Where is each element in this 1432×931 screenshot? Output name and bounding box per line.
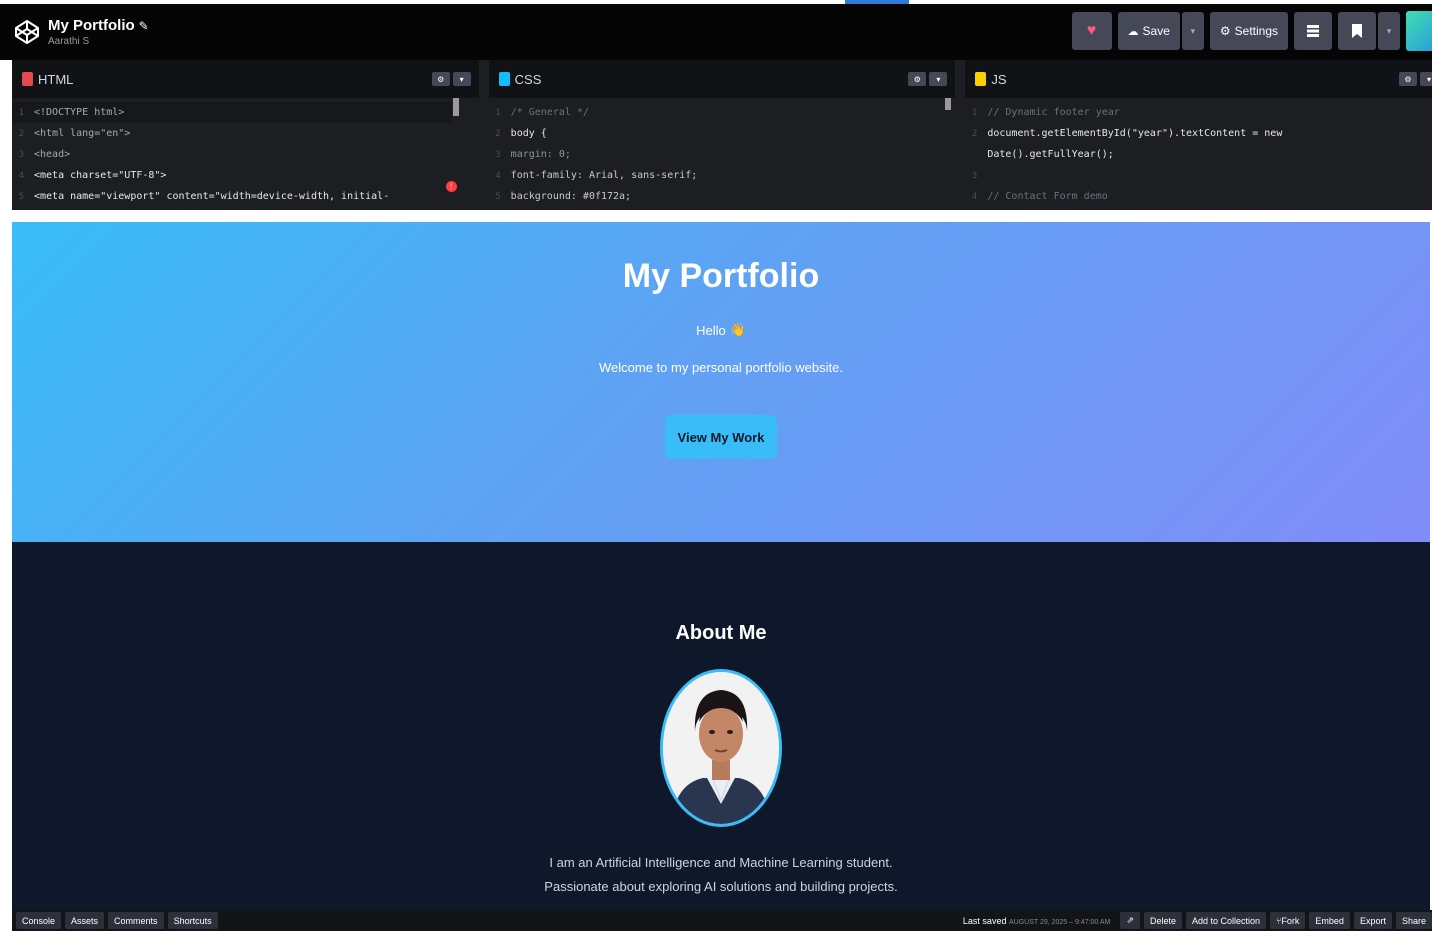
external-link-icon: ⇗ xyxy=(1126,915,1134,925)
gear-icon: ⚙ xyxy=(1219,24,1231,38)
waving-hand-icon: 👋 xyxy=(729,322,746,337)
bookmark-options-dropdown[interactable]: ▾ xyxy=(1378,12,1400,50)
html-scrollbar[interactable] xyxy=(452,98,459,116)
code-line: 2 body { xyxy=(495,128,547,139)
user-avatar[interactable] xyxy=(1406,11,1432,51)
bookmark-button[interactable] xyxy=(1338,12,1376,50)
editor-panels: HTML ⚙ ▾ 1 <!DOCTYPE html> 2 <html lang="e… xyxy=(12,60,1432,210)
header-actions: ♥ ☁ Save ▾ ⚙ Settings ▾ xyxy=(1071,11,1432,51)
html-editor-title: HTML xyxy=(38,71,74,87)
fork-button[interactable]: ⑂ Fork xyxy=(1270,912,1306,929)
code-line: 4 <meta charset="UTF-8"> xyxy=(18,170,167,181)
code-line: 3 xyxy=(971,170,978,181)
code-line: 5 background: #0f172a; xyxy=(495,191,632,202)
delete-button[interactable]: Delete xyxy=(1143,912,1182,929)
hero-title: My Portfolio xyxy=(622,257,820,295)
change-view-button[interactable] xyxy=(1294,12,1332,50)
save-label: Save xyxy=(1142,24,1170,38)
about-section: About Me I am an Artificial Intelligence… xyxy=(12,542,1430,899)
about-text: I am an Artificial Intelligence and Mach… xyxy=(544,851,897,899)
code-line: 2 document.getElementById("year").textCon… xyxy=(971,128,1283,139)
view-my-work-button[interactable]: View My Work xyxy=(665,415,777,459)
html-editor: HTML ⚙ ▾ 1 <!DOCTYPE html> 2 <html lang="e… xyxy=(12,60,479,210)
love-button[interactable]: ♥ xyxy=(1071,12,1112,50)
css-editor-header: CSS ⚙ ▾ xyxy=(488,60,956,98)
code-line: 2 <html lang="en"> xyxy=(18,128,131,139)
css-editor: CSS ⚙ ▾ 1/* General */ 2 body { 3 margin:… xyxy=(488,60,956,210)
last-saved-label: Last saved xyxy=(962,915,1007,926)
html-settings-gear-icon[interactable]: ⚙ xyxy=(431,72,450,86)
embed-button[interactable]: Embed xyxy=(1309,912,1350,929)
css-settings-gear-icon[interactable]: ⚙ xyxy=(908,72,927,86)
export-button[interactable]: Export xyxy=(1353,912,1392,929)
html-collapse-chevron-icon[interactable]: ▾ xyxy=(452,72,471,86)
last-saved-time: AUGUST 29, 2025 – 9:47:00 AM xyxy=(1008,918,1111,926)
code-line: Date().getFullYear(); xyxy=(987,149,1114,160)
code-line: 1// Dynamic footer year xyxy=(971,107,1120,118)
profile-photo xyxy=(660,669,782,827)
cloud-icon: ☁ xyxy=(1127,25,1139,38)
css-scrollbar[interactable] xyxy=(945,98,952,110)
edit-title-pencil-icon[interactable]: ✎ xyxy=(139,19,149,33)
settings-button[interactable]: ⚙ Settings xyxy=(1209,12,1288,50)
chevron-down-icon: ▾ xyxy=(1190,25,1196,36)
bookmark-icon xyxy=(1352,24,1362,38)
console-button[interactable]: Console xyxy=(16,912,62,929)
hero-greeting: Hello 👋 xyxy=(696,322,746,338)
project-author[interactable]: Aarathi S xyxy=(48,36,149,47)
css-badge-icon xyxy=(498,72,510,86)
css-editor-title: CSS xyxy=(514,71,542,87)
js-code[interactable]: 1// Dynamic footer year 2 document.getEle… xyxy=(965,98,1432,207)
js-editor: JS ⚙ ▾ 1// Dynamic footer year 2 document… xyxy=(965,60,1432,210)
save-options-dropdown[interactable]: ▾ xyxy=(1181,12,1204,50)
about-line-1: I am an Artificial Intelligence and Mach… xyxy=(549,855,893,870)
settings-label: Settings xyxy=(1234,24,1278,38)
js-editor-title: JS xyxy=(991,71,1007,87)
html-badge-icon xyxy=(22,72,33,86)
assets-button[interactable]: Assets xyxy=(65,912,105,929)
js-settings-gear-icon[interactable]: ⚙ xyxy=(1399,72,1418,86)
code-line: 4// Contact Form demo xyxy=(971,191,1108,202)
code-line: 1 <!DOCTYPE html> xyxy=(12,102,452,123)
project-title[interactable]: My Portfolio xyxy=(48,17,135,34)
shortcuts-button[interactable]: Shortcuts xyxy=(167,912,218,929)
code-line: 5 <meta name="viewport" content="width=d… xyxy=(18,191,390,202)
code-line: 3 margin: 0; xyxy=(495,149,571,160)
top-header: My Portfolio ✎ Aarathi S ♥ ☁ Save ▾ ⚙ Se… xyxy=(0,4,1432,60)
comments-button[interactable]: Comments xyxy=(108,912,164,929)
bottom-toolbar: Console Assets Comments Shortcuts Last s… xyxy=(12,910,1432,931)
last-saved-status: Last saved AUGUST 29, 2025 – 9:47:00 AM xyxy=(963,916,1110,926)
code-line: 4 font-family: Arial, sans-serif; xyxy=(495,170,698,181)
external-link-button[interactable]: ⇗ xyxy=(1120,912,1140,929)
js-collapse-chevron-icon[interactable]: ▾ xyxy=(1420,72,1432,86)
hero-section: My Portfolio Hello 👋 Welcome to my perso… xyxy=(12,222,1430,542)
add-to-collection-button[interactable]: Add to Collection xyxy=(1185,912,1267,929)
codepen-logo-icon[interactable] xyxy=(12,17,42,47)
css-code[interactable]: 1/* General */ 2 body { 3 margin: 0; 4 fo… xyxy=(489,98,956,207)
project-title-block: My Portfolio ✎ Aarathi S xyxy=(48,17,149,47)
preview-pane: My Portfolio Hello 👋 Welcome to my perso… xyxy=(12,222,1430,910)
heart-icon: ♥ xyxy=(1086,22,1097,39)
hero-welcome-text: Welcome to my personal portfolio website… xyxy=(599,360,843,375)
css-collapse-chevron-icon[interactable]: ▾ xyxy=(929,72,948,86)
js-badge-icon xyxy=(975,72,987,86)
greeting-text: Hello xyxy=(696,322,726,338)
about-line-2: Passionate about exploring AI solutions … xyxy=(544,879,898,894)
code-line: 1/* General */ xyxy=(495,107,589,118)
code-line: 3 <head> xyxy=(18,149,71,160)
layout-icon xyxy=(1307,25,1319,37)
save-button[interactable]: ☁ Save xyxy=(1117,12,1180,50)
html-editor-header: HTML ⚙ ▾ xyxy=(12,60,479,98)
fork-label: Fork xyxy=(1281,915,1300,926)
html-error-icon[interactable]: ! xyxy=(445,181,457,192)
chevron-down-icon: ▾ xyxy=(1386,25,1392,36)
js-editor-header: JS ⚙ ▾ xyxy=(965,60,1432,98)
about-title: About Me xyxy=(675,622,767,644)
share-button[interactable]: Share xyxy=(1395,912,1432,929)
html-code[interactable]: 1 <!DOCTYPE html> 2 <html lang="en"> 3 <hea… xyxy=(12,98,479,207)
